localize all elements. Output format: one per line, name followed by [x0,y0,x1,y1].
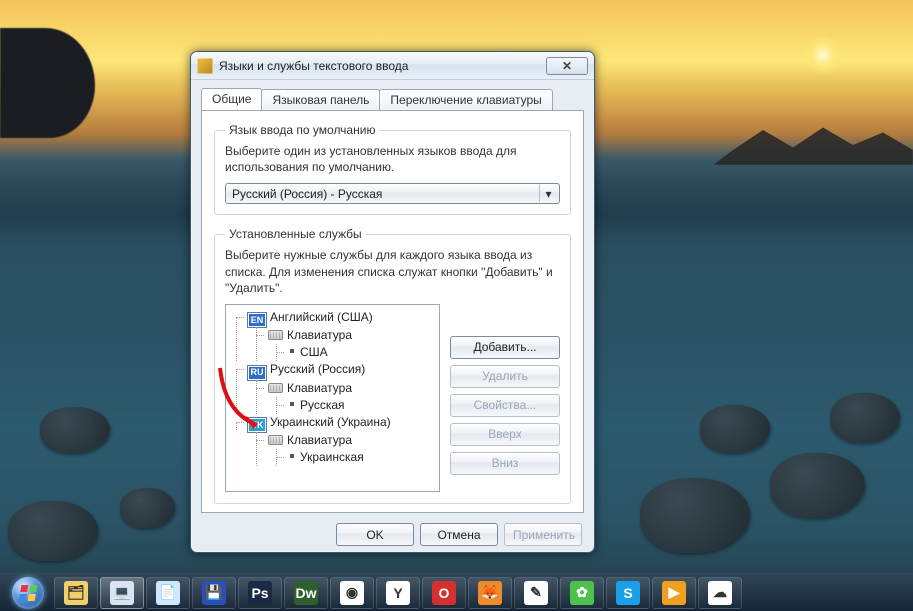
notes-icon: ✎ [524,581,548,605]
desktop-sun-glow [803,35,843,75]
window-title: Языки и службы текстового ввода [219,59,546,73]
text-services-dialog: Языки и службы текстового ввода ✕ Общие … [190,51,595,553]
task-item-file-explorer[interactable]: 🗂 [54,577,98,609]
task-item-save-diskette[interactable]: 💾 [192,577,236,609]
layout-node[interactable]: Украинская [268,449,437,466]
default-language-combo-value: Русский (Россия) - Русская [232,187,382,201]
notepad-icon: 📄 [156,581,180,605]
task-item-notepad[interactable]: 📄 [146,577,190,609]
start-button[interactable] [4,576,52,610]
cancel-button[interactable]: Отмена [420,523,498,546]
installed-services-text: Выберите нужные службы для каждого языка… [225,247,560,296]
tab-keyboard-switch[interactable]: Переключение клавиатуры [379,89,552,111]
installed-services-group: Установленные службы Выберите нужные слу… [214,227,571,504]
move-up-button[interactable]: Вверх [450,423,560,446]
taskbar: 🗂 💻 📄 💾 Ps Dw ◉ YO 🦊 ✎ ✿ S ▶ ☁ [0,573,913,611]
lang-badge-icon: RU [248,366,266,380]
task-item-icq[interactable]: ✿ [560,577,604,609]
task-item-yandex[interactable]: Y [376,577,420,609]
tab-general[interactable]: Общие [201,88,262,110]
keyboard-icon [268,435,283,445]
language-tree[interactable]: EN Английский (США) Клавиатура США RU Русский… [225,304,440,492]
task-item-dreamweaver[interactable]: Dw [284,577,328,609]
desktop-rocks [713,115,913,165]
media-player-icon: ▶ [662,581,686,605]
task-item-opera[interactable]: O [422,577,466,609]
tab-panel-general: Язык ввода по умолчанию Выберите один из… [201,110,584,513]
close-icon: ✕ [562,59,572,73]
photoshop-icon: Ps [248,581,272,605]
apply-button[interactable]: Применить [504,523,582,546]
task-item-chrome[interactable]: ◉ [330,577,374,609]
add-button[interactable]: Добавить... [450,336,560,359]
task-item-mail[interactable]: ☁ [698,577,742,609]
layout-name: США [300,345,328,359]
skype-icon: S [616,581,640,605]
windows-logo-icon [12,577,44,609]
language-name: Английский (США) [270,310,373,324]
language-node[interactable]: RU Русский (Россия) Клавиатура Русская [228,361,437,414]
regional-settings-icon: 💻 [110,581,134,605]
default-language-combo[interactable]: Русский (Россия) - Русская ▾ [225,183,560,204]
task-item-media-player[interactable]: ▶ [652,577,696,609]
task-item-skype[interactable]: S [606,577,650,609]
mail-icon: ☁ [708,581,732,605]
app-icon [197,58,213,74]
task-item-regional-settings[interactable]: 💻 [100,577,144,609]
titlebar[interactable]: Языки и службы текстового ввода ✕ [191,52,594,80]
bullet-icon [290,349,294,353]
layout-name: Украинская [300,450,364,464]
lang-badge-icon: EN [248,313,266,327]
firefox-icon: 🦊 [478,581,502,605]
default-language-text: Выберите один из установленных языков вв… [225,143,560,175]
chrome-icon: ◉ [340,581,364,605]
dreamweaver-icon: Dw [294,581,318,605]
task-item-notes[interactable]: ✎ [514,577,558,609]
bullet-icon [290,454,294,458]
close-button[interactable]: ✕ [546,57,588,75]
remove-button[interactable]: Удалить [450,365,560,388]
keyboard-label: Клавиатура [287,381,352,395]
default-language-legend: Язык ввода по умолчанию [225,123,379,137]
keyboard-node[interactable]: Клавиатура Украинская [248,432,437,466]
file-explorer-icon: 🗂 [64,581,88,605]
lang-badge-icon: UK [248,418,266,432]
opera-icon: O [432,581,456,605]
keyboard-node[interactable]: Клавиатура США [248,327,437,361]
language-node[interactable]: UK Украинский (Украина) Клавиатура Украинск… [228,414,437,467]
bullet-icon [290,402,294,406]
save-diskette-icon: 💾 [202,581,226,605]
layout-node[interactable]: Русская [268,397,437,414]
service-button-column: Добавить... Удалить Свойства... Вверх Вн… [450,304,560,492]
language-name: Украинский (Украина) [270,415,391,429]
keyboard-icon [268,383,283,393]
language-name: Русский (Россия) [270,362,365,376]
dialog-footer-buttons: OK Отмена Применить [201,513,584,546]
layout-node[interactable]: США [268,344,437,361]
dialog-body: Общие Языковая панель Переключение клави… [191,80,594,552]
tab-language-bar[interactable]: Языковая панель [261,89,380,111]
task-item-photoshop[interactable]: Ps [238,577,282,609]
tab-strip: Общие Языковая панель Переключение клави… [201,88,584,110]
icq-icon: ✿ [570,581,594,605]
layout-name: Русская [300,398,345,412]
move-down-button[interactable]: Вниз [450,452,560,475]
keyboard-icon [268,330,283,340]
properties-button[interactable]: Свойства... [450,394,560,417]
installed-services-legend: Установленные службы [225,227,366,241]
language-node[interactable]: EN Английский (США) Клавиатура США [228,309,437,362]
keyboard-node[interactable]: Клавиатура Русская [248,380,437,414]
ok-button[interactable]: OK [336,523,414,546]
yandex-icon: Y [386,581,410,605]
default-language-group: Язык ввода по умолчанию Выберите один из… [214,123,571,215]
task-item-firefox[interactable]: 🦊 [468,577,512,609]
keyboard-label: Клавиатура [287,328,352,342]
keyboard-label: Клавиатура [287,433,352,447]
chevron-down-icon: ▾ [539,185,557,202]
